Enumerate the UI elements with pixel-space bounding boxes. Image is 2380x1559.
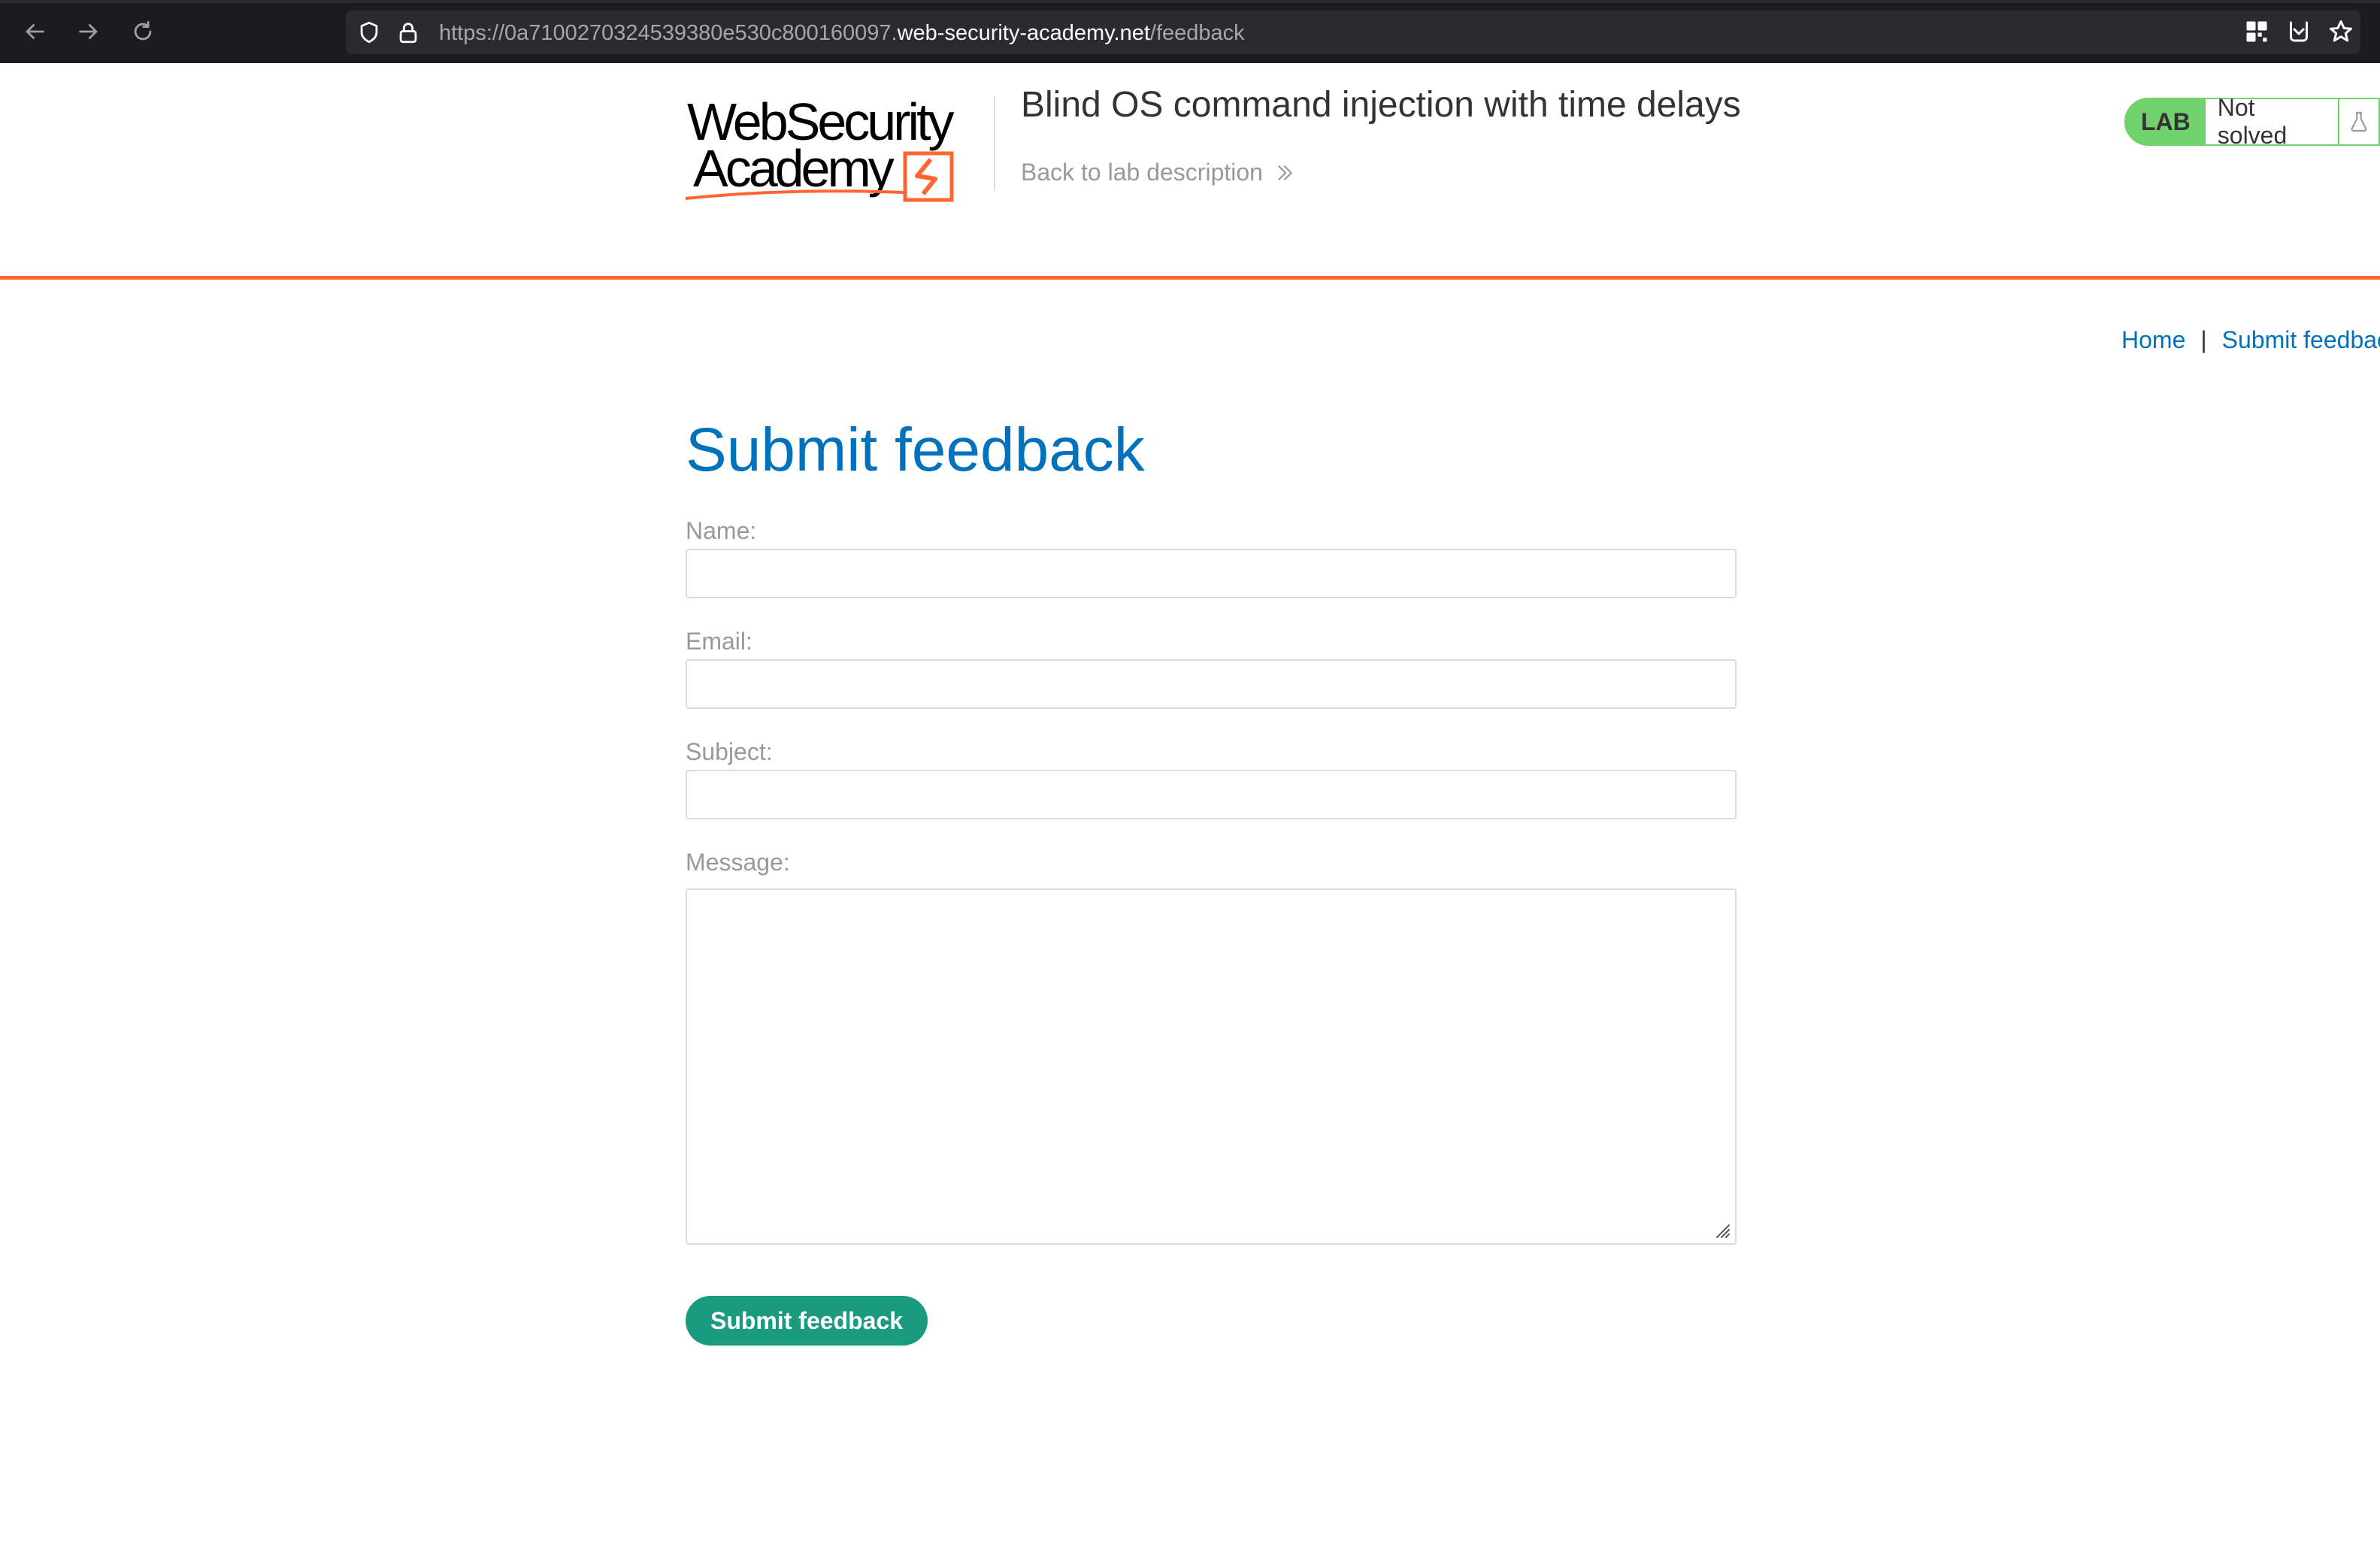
arrow-left-icon (26, 24, 44, 39)
flask-icon (2339, 98, 2380, 146)
header-divider (994, 96, 995, 191)
name-input[interactable] (686, 549, 1737, 598)
lab-status-text: Not solved (2205, 94, 2339, 149)
tab-strip (0, 0, 2380, 3)
browser-toolbar: https://0a7100270324539380e530c800160097… (0, 0, 2380, 63)
page-title: Submit feedback (686, 416, 1145, 484)
reload-button[interactable] (125, 14, 161, 50)
name-label: Name: (686, 517, 757, 544)
lab-title: Blind OS command injection with time del… (1021, 85, 1741, 125)
email-label: Email: (686, 628, 752, 655)
header-rule (0, 276, 2380, 280)
breadcrumb-separator: | (2200, 326, 2207, 353)
lock-icon[interactable] (395, 20, 421, 45)
lab-status-widget: LAB Not solved (2124, 94, 2380, 149)
star-icon[interactable] (2327, 18, 2354, 45)
breadcrumb-current-link[interactable]: Submit feedback (2222, 326, 2380, 353)
lab-badge: LAB (2124, 98, 2206, 146)
resize-grip-icon[interactable] (1712, 1221, 1730, 1239)
address-bar[interactable]: https://0a7100270324539380e530c800160097… (346, 11, 2360, 54)
web-security-academy-logo[interactable]: WebSecurity Academy (684, 92, 994, 206)
arrow-right-icon (79, 24, 98, 39)
email-input[interactable] (686, 659, 1737, 709)
url-path: /feedback (1149, 21, 1245, 45)
back-button[interactable] (17, 14, 53, 50)
url-prefix: https://0a7100270324539380e530c800160097… (439, 21, 898, 45)
logo-line2: Academy (693, 139, 895, 198)
shield-icon[interactable] (356, 20, 382, 45)
lightning-icon (915, 158, 937, 195)
subject-input[interactable] (686, 770, 1737, 819)
double-chevron-right-icon (1278, 165, 1292, 180)
back-to-lab-description-link[interactable]: Back to lab description (1021, 159, 1294, 186)
message-label: Message: (686, 849, 790, 876)
message-textarea[interactable] (686, 888, 1737, 1245)
breadcrumb-home-link[interactable]: Home (2121, 326, 2185, 353)
reload-icon (134, 20, 152, 41)
url-host: web-security-academy.net (897, 21, 1150, 45)
forward-button[interactable] (71, 14, 107, 50)
subject-label: Subject: (686, 738, 773, 765)
back-link-label: Back to lab description (1021, 159, 1263, 186)
url-text[interactable]: https://0a7100270324539380e530c800160097… (439, 21, 1245, 45)
submit-feedback-button[interactable]: Submit feedback (686, 1296, 928, 1346)
qr-code-icon[interactable] (2243, 18, 2270, 45)
pocket-icon[interactable] (2285, 18, 2312, 45)
breadcrumb: Home | Submit feedback (2121, 326, 2380, 354)
